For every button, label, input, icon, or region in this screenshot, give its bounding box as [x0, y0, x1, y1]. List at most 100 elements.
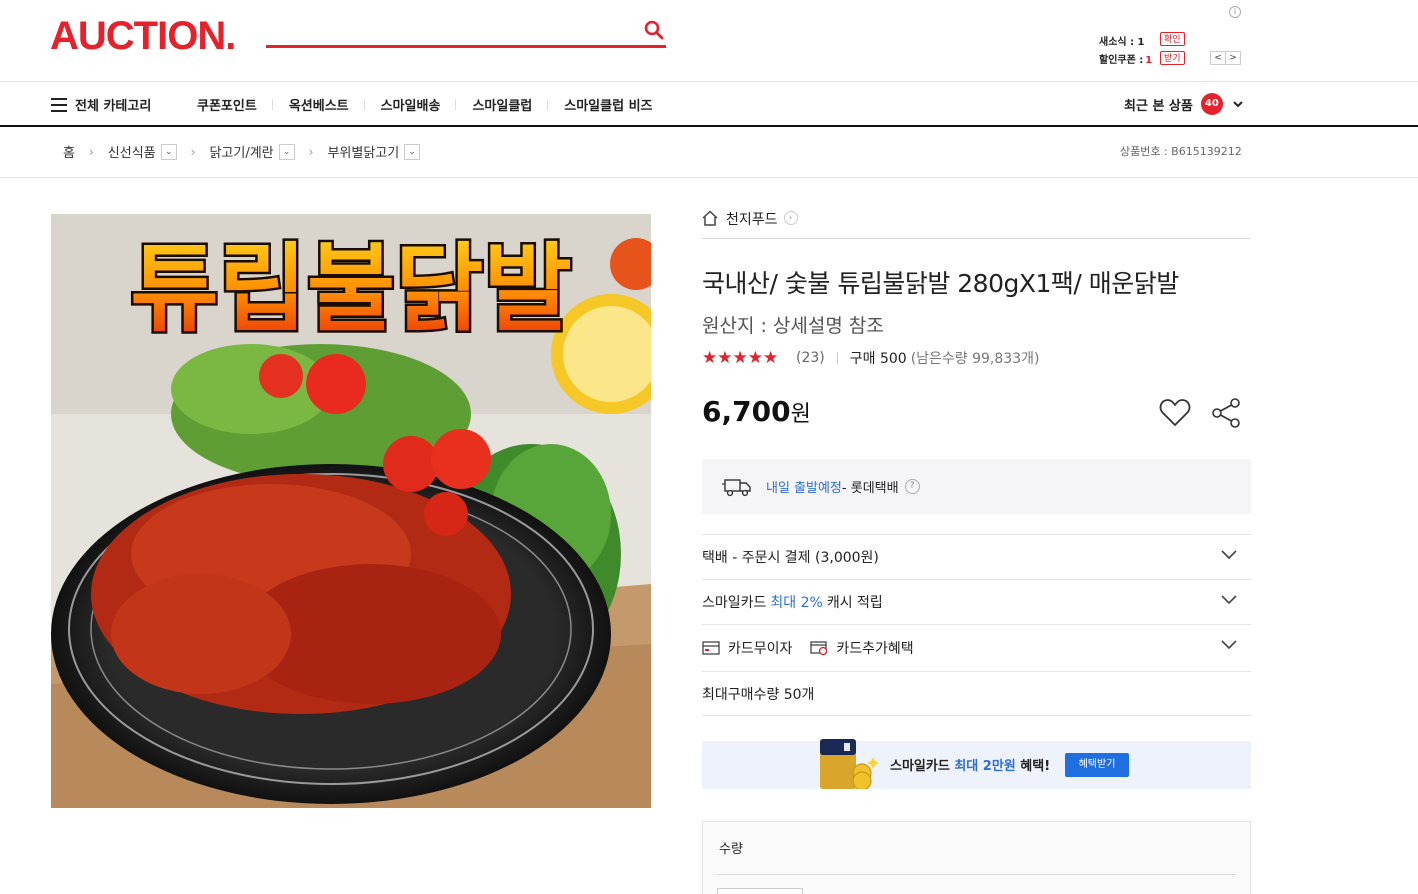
smile-card-highlight: 최대 2% — [770, 595, 823, 611]
heart-icon[interactable] — [1158, 397, 1192, 429]
delivery-info: 내일 출발예정 - 롯데택배 ? — [702, 459, 1251, 514]
nav-item-smile-club-biz[interactable]: 스마일클럽 비즈 — [564, 95, 668, 114]
review-count[interactable]: (23) — [796, 350, 825, 366]
sales-count: 구매 500 — [849, 351, 907, 367]
breadcrumb-chicken-parts-label: 부위별닭고기 — [327, 146, 400, 161]
nav-item-auction-best[interactable]: 옥션베스트 — [289, 95, 365, 114]
coupon-label: 할인쿠폰 : — [1099, 55, 1144, 66]
smile-card-prefix: 스마일카드 — [702, 595, 767, 611]
all-categories-button[interactable]: 전체 카테고리 — [51, 95, 151, 114]
info-icon[interactable]: i — [1229, 6, 1241, 18]
coupon-receive-button[interactable]: 받기 — [1160, 51, 1185, 65]
benefit-suffix: 혜택! — [1015, 759, 1051, 774]
breadcrumb-fresh-food-label: 신선식품 — [107, 146, 156, 161]
search-input[interactable] — [266, 16, 636, 45]
card-free-installment[interactable]: 카드무이자 — [702, 638, 792, 658]
main-nav: 전체 카테고리 쿠폰포인트 옥션베스트 스마일배송 스마일클럽 스마일클럽 비즈… — [0, 83, 1418, 127]
header-pager: < > — [1210, 51, 1241, 65]
price: 6,700원 — [702, 395, 811, 428]
delivery-schedule-link[interactable]: 내일 출발예정 — [766, 477, 842, 496]
stock-remaining: (남은수량 99,833개) — [910, 351, 1040, 367]
benefit-highlight: 최대 2만원 — [954, 759, 1016, 774]
card-extra-benefit-label: 카드추가혜택 — [836, 641, 914, 657]
breadcrumb-chicken-parts[interactable]: 부위별닭고기 ⌄ — [327, 142, 421, 161]
auction-logo[interactable]: AUCTION. — [50, 14, 236, 58]
breadcrumb: 홈 › 신선식품 ⌄ › 닭고기/계란 ⌄ › 부위별닭고기 ⌄ — [63, 142, 421, 161]
news-label: 새소식 : 1 — [1099, 37, 1145, 48]
help-icon[interactable]: ? — [904, 479, 920, 494]
news-check-button[interactable]: 확인 — [1160, 32, 1185, 46]
max-quantity-label: 최대구매수량 50개 — [702, 686, 815, 703]
dropdown-icon[interactable]: ⌄ — [160, 143, 177, 160]
product-number: 상품번호 : B615139212 — [1120, 145, 1242, 158]
breadcrumb-chicken-egg-label: 닭고기/계란 — [209, 146, 274, 161]
home-icon — [702, 210, 718, 226]
max-quantity-row: 최대구매수량 50개 — [702, 671, 1251, 716]
smile-card-banner[interactable]: 스마일카드 최대 2만원 혜택! 혜택받기 — [702, 739, 1251, 789]
coupon-count: 1 — [1145, 55, 1153, 66]
share-icon[interactable] — [1211, 397, 1243, 429]
price-value: 6,700 — [702, 395, 791, 428]
breadcrumb-fresh-food[interactable]: 신선식품 ⌄ — [108, 142, 177, 161]
rating-row: ★★★★★ ★★★★★ (23) 구매 500 (남은수량 99,833개) — [702, 348, 1039, 368]
product-image-title: 튜립불닭발 — [130, 233, 572, 345]
benefit-prefix: 스마일카드 — [890, 759, 955, 774]
nav-item-smile-club[interactable]: 스마일클럽 — [472, 95, 549, 114]
product-photo: 튜립불닭발 — [51, 214, 651, 808]
seller-link[interactable]: 천지푸드 › — [702, 209, 1251, 239]
recent-products-button[interactable]: 최근 본 상품 40 — [1124, 93, 1243, 115]
nav-menu: 쿠폰포인트 옥션베스트 스마일배송 스마일클럽 스마일클럽 비즈 — [197, 95, 685, 114]
shipping-option-label: 택배 - 주문시 결제 (3,000원) — [702, 550, 879, 566]
breadcrumb-bar: 홈 › 신선식품 ⌄ › 닭고기/계란 ⌄ › 부위별닭고기 ⌄ 상품번호 : B61… — [0, 127, 1418, 178]
coupon-row: 할인쿠폰 :1 — [1099, 51, 1152, 66]
shipping-option-row[interactable]: 택배 - 주문시 결제 (3,000원) — [702, 534, 1251, 579]
news-check-label: 확인 — [1164, 34, 1181, 44]
card-discount-icon — [810, 641, 828, 655]
hamburger-icon — [51, 97, 67, 112]
product-image[interactable]: 튜립불닭발 — [51, 214, 651, 808]
chevron-down-icon — [1233, 101, 1243, 108]
divider — [836, 352, 838, 364]
recent-count-badge: 40 — [1200, 93, 1223, 115]
breadcrumb-chicken-egg[interactable]: 닭고기/계란 ⌄ — [209, 142, 295, 161]
delivery-carrier: - 롯데택배 — [841, 481, 899, 496]
pager-next-button[interactable]: > — [1225, 51, 1241, 65]
chevron-down-icon — [1221, 640, 1237, 650]
smile-card-image — [820, 739, 879, 789]
nav-item-smile-delivery[interactable]: 스마일배송 — [381, 95, 457, 114]
dropdown-icon[interactable]: ⌄ — [278, 143, 295, 160]
price-unit: 원 — [790, 402, 811, 427]
smile-card-cash-row[interactable]: 스마일카드 최대 2% 캐시 적립 — [702, 579, 1251, 624]
truck-icon — [722, 478, 751, 496]
seller-name: 천지푸드 — [726, 212, 778, 228]
chevron-right-icon: › — [783, 211, 798, 225]
pager-prev-button[interactable]: < — [1210, 51, 1226, 65]
search-box — [266, 16, 666, 48]
dropdown-icon[interactable]: ⌄ — [404, 143, 421, 160]
quantity-stepper[interactable] — [717, 888, 803, 894]
divider — [717, 874, 1236, 875]
star-rating[interactable]: ★★★★★ ★★★★★ — [702, 349, 790, 367]
quantity-box: 수량 — [702, 821, 1251, 894]
card-benefit-row[interactable]: 카드무이자 카드추가혜택 — [702, 624, 1251, 671]
recent-products-label: 최근 본 상품 — [1124, 98, 1193, 114]
search-icon[interactable] — [644, 20, 664, 40]
nav-item-coupon-point[interactable]: 쿠폰포인트 — [197, 95, 273, 114]
all-categories-label: 전체 카테고리 — [75, 99, 152, 114]
chevron-down-icon — [1221, 550, 1237, 560]
chevron-right-icon: › — [88, 144, 94, 159]
benefit-text: 스마일카드 최대 2만원 혜택! — [890, 755, 1050, 774]
breadcrumb-home[interactable]: 홈 — [63, 142, 75, 161]
get-benefit-button[interactable]: 혜택받기 — [1065, 753, 1129, 777]
card-icon — [702, 641, 720, 655]
coupon-receive-label: 받기 — [1164, 53, 1181, 63]
chevron-down-icon — [1221, 595, 1237, 605]
product-origin: 원산지 : 상세설명 참조 — [702, 315, 884, 337]
quantity-label: 수량 — [719, 842, 743, 857]
card-extra-benefit[interactable]: 카드추가혜택 — [810, 638, 914, 658]
chevron-right-icon: › — [190, 144, 196, 159]
product-title: 국내산/ 숯불 튜립불닭발 280gX1팩/ 매운닭발 — [702, 269, 1179, 298]
header: AUCTION. i 새소식 : 1 확인 할인쿠폰 :1 받기 < > — [0, 0, 1418, 82]
card-free-installment-label: 카드무이자 — [728, 641, 793, 657]
smile-card-suffix: 캐시 적립 — [826, 595, 883, 611]
